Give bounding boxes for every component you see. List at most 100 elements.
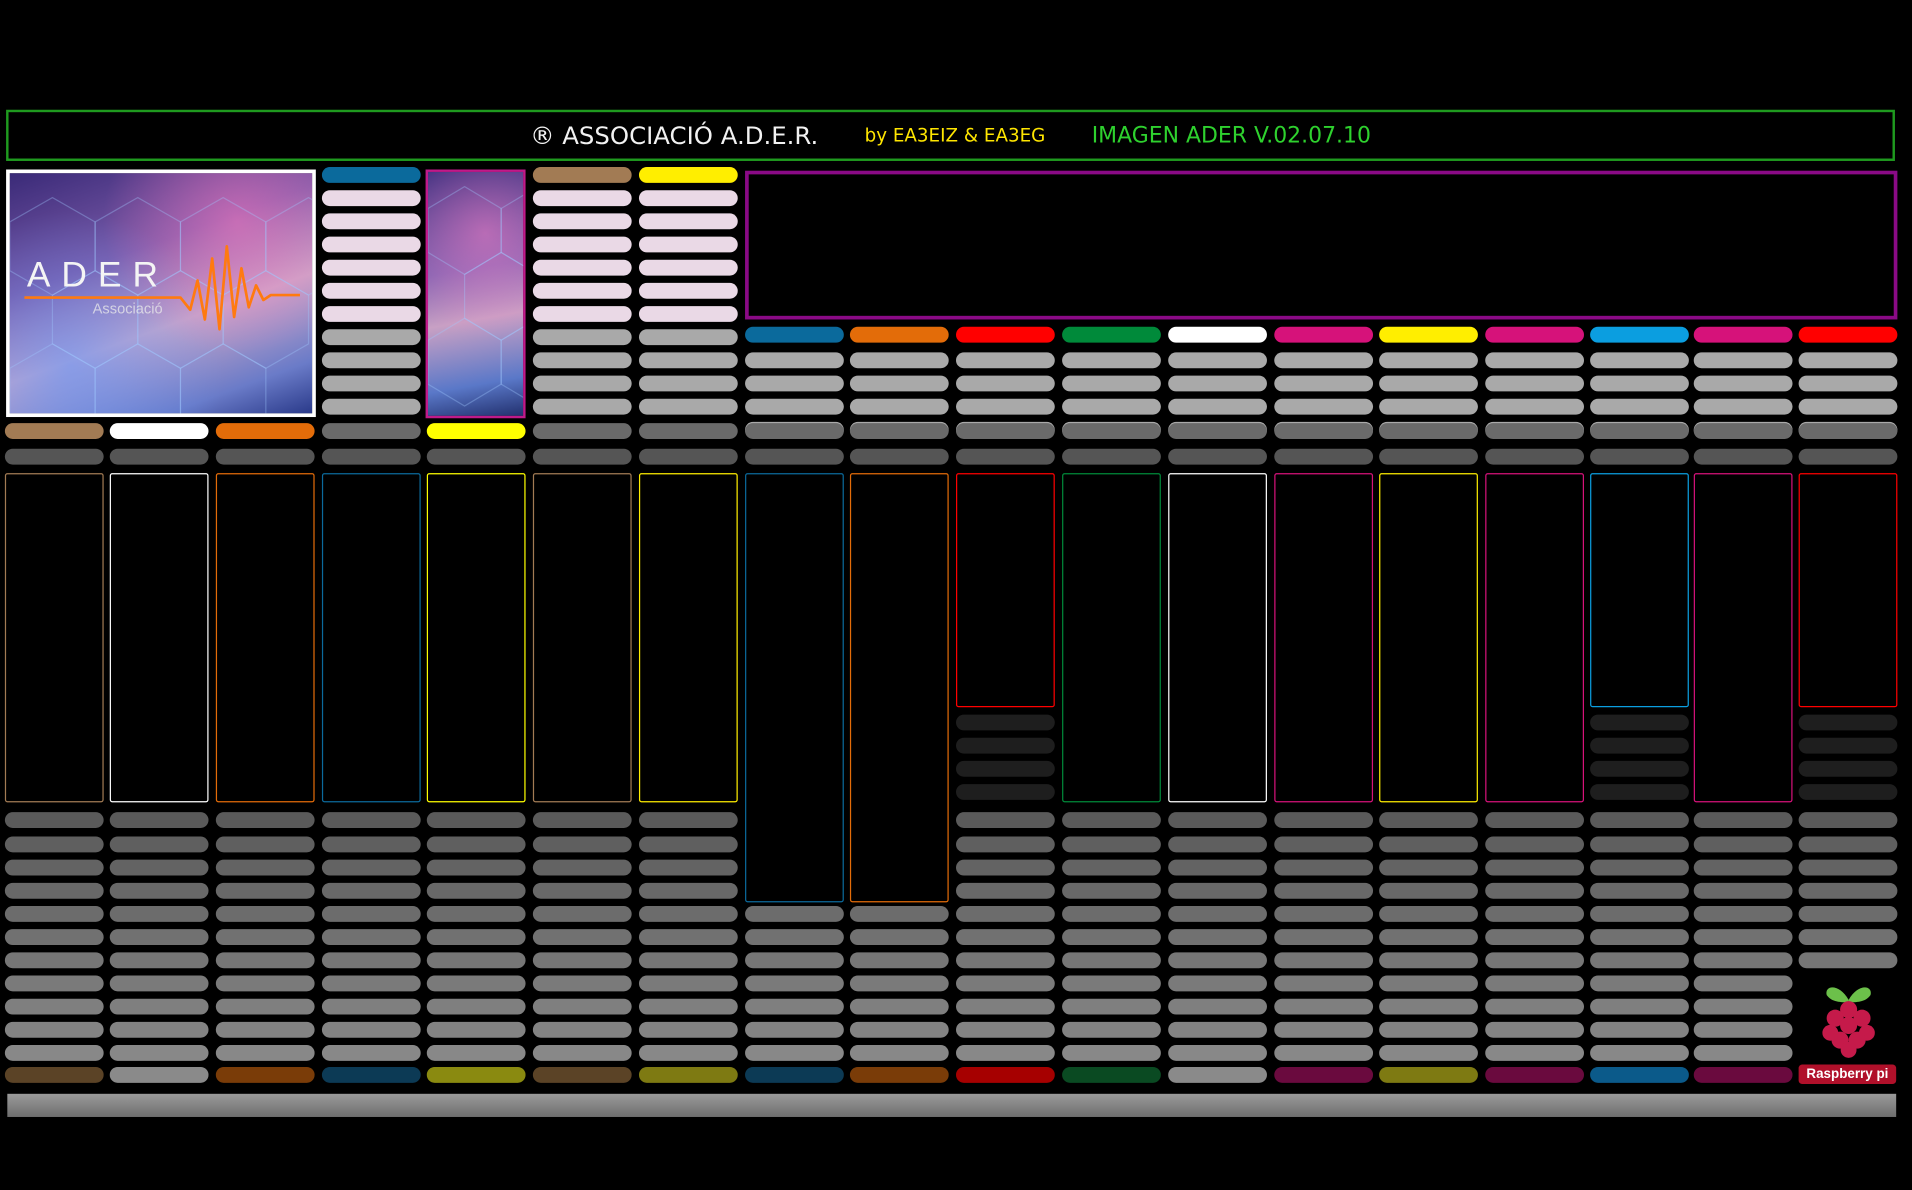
memory-key[interactable] (532, 882, 632, 899)
memory-key[interactable] (1693, 1021, 1793, 1038)
channel-key[interactable] (1798, 448, 1898, 465)
preset-key[interactable] (1062, 398, 1161, 415)
memory-key[interactable] (745, 1045, 844, 1061)
preset-key[interactable] (1590, 352, 1689, 369)
channel-key[interactable] (4, 448, 104, 465)
preset-key[interactable] (1693, 398, 1793, 415)
memory-key[interactable] (638, 836, 738, 853)
memory-key[interactable] (638, 998, 738, 1015)
channel-select-button[interactable] (1590, 423, 1689, 439)
preset-key[interactable] (849, 375, 949, 392)
preset-key[interactable] (745, 352, 844, 369)
memory-key[interactable] (1062, 906, 1161, 922)
channel-key[interactable] (532, 448, 632, 465)
preset-key[interactable] (321, 190, 421, 207)
channel-key[interactable] (109, 448, 209, 465)
memory-key[interactable] (215, 882, 315, 899)
preset-key[interactable] (321, 398, 421, 415)
memory-key[interactable] (4, 882, 104, 899)
memory-key[interactable] (1274, 975, 1374, 992)
memory-key[interactable] (109, 952, 209, 969)
memory-key[interactable] (1379, 975, 1478, 992)
preset-key[interactable] (532, 236, 632, 253)
memory-key[interactable] (956, 812, 1055, 828)
channel-key[interactable] (849, 448, 949, 465)
channel-key[interactable] (1062, 448, 1161, 465)
memory-key[interactable] (4, 952, 104, 969)
memory-key[interactable] (1062, 975, 1161, 992)
preset-key[interactable] (638, 236, 738, 253)
memory-key[interactable] (1798, 812, 1898, 828)
memory-key[interactable] (532, 1021, 632, 1038)
memory-key[interactable] (109, 882, 209, 899)
channel-header-button[interactable] (745, 326, 844, 343)
memory-key[interactable] (4, 859, 104, 876)
channel-key[interactable] (1274, 448, 1374, 465)
level-key[interactable] (956, 760, 1055, 777)
preset-key[interactable] (638, 329, 738, 346)
memory-key[interactable] (1379, 952, 1478, 969)
channel-select-button[interactable] (745, 423, 844, 439)
preset-key[interactable] (956, 398, 1055, 415)
preset-key[interactable] (532, 398, 632, 415)
memory-key[interactable] (1379, 812, 1478, 828)
memory-key[interactable] (532, 952, 632, 969)
preset-key[interactable] (1798, 352, 1898, 369)
memory-key[interactable] (1485, 975, 1585, 992)
memory-key[interactable] (1590, 975, 1689, 992)
memory-key[interactable] (1274, 1021, 1374, 1038)
memory-key[interactable] (1379, 836, 1478, 853)
memory-key[interactable] (1168, 1021, 1267, 1038)
memory-key[interactable] (215, 1045, 315, 1061)
preset-key[interactable] (1274, 375, 1374, 392)
memory-key[interactable] (1062, 929, 1161, 946)
channel-header-button[interactable] (1693, 326, 1793, 343)
memory-key[interactable] (1485, 836, 1585, 853)
memory-key[interactable] (1168, 952, 1267, 969)
memory-key[interactable] (1168, 836, 1267, 853)
channel-header-button[interactable] (956, 326, 1055, 343)
memory-key[interactable] (1590, 836, 1689, 853)
channel-select-button[interactable] (956, 423, 1055, 439)
preset-key[interactable] (321, 306, 421, 322)
preset-key[interactable] (321, 329, 421, 346)
channel-key[interactable] (426, 448, 526, 465)
memory-key[interactable] (849, 952, 949, 969)
memory-key[interactable] (745, 952, 844, 969)
channel-key[interactable] (1485, 448, 1585, 465)
memory-key[interactable] (1062, 882, 1161, 899)
channel-header-button[interactable] (1590, 326, 1689, 343)
memory-key[interactable] (1798, 952, 1898, 969)
memory-key[interactable] (1379, 906, 1478, 922)
memory-key[interactable] (1062, 812, 1161, 828)
channel-select-button[interactable] (1062, 423, 1161, 439)
memory-key[interactable] (1693, 882, 1793, 899)
memory-key[interactable] (215, 906, 315, 922)
channel-footer-bar[interactable] (321, 1066, 421, 1083)
memory-key[interactable] (1590, 812, 1689, 828)
channel-header-button[interactable] (1274, 326, 1374, 343)
preset-key[interactable] (638, 259, 738, 276)
preset-key[interactable] (956, 375, 1055, 392)
memory-key[interactable] (4, 1045, 104, 1061)
memory-key[interactable] (638, 952, 738, 969)
preset-key[interactable] (849, 398, 949, 415)
channel-header-button[interactable] (849, 326, 949, 343)
memory-key[interactable] (4, 998, 104, 1015)
memory-key[interactable] (638, 859, 738, 876)
memory-key[interactable] (1379, 929, 1478, 946)
preset-key[interactable] (1485, 398, 1585, 415)
memory-key[interactable] (215, 998, 315, 1015)
preset-key[interactable] (1590, 375, 1689, 392)
channel-key[interactable] (1590, 448, 1689, 465)
channel-header-button[interactable] (1168, 326, 1267, 343)
channel-header-button[interactable] (1485, 326, 1585, 343)
channel-footer-bar[interactable] (1379, 1066, 1478, 1083)
memory-key[interactable] (215, 812, 315, 828)
channel-header-button[interactable] (1062, 326, 1161, 343)
memory-key[interactable] (1798, 859, 1898, 876)
level-key[interactable] (956, 737, 1055, 754)
preset-key[interactable] (638, 352, 738, 369)
channel-footer-bar[interactable] (215, 1066, 315, 1083)
memory-key[interactable] (1798, 906, 1898, 922)
